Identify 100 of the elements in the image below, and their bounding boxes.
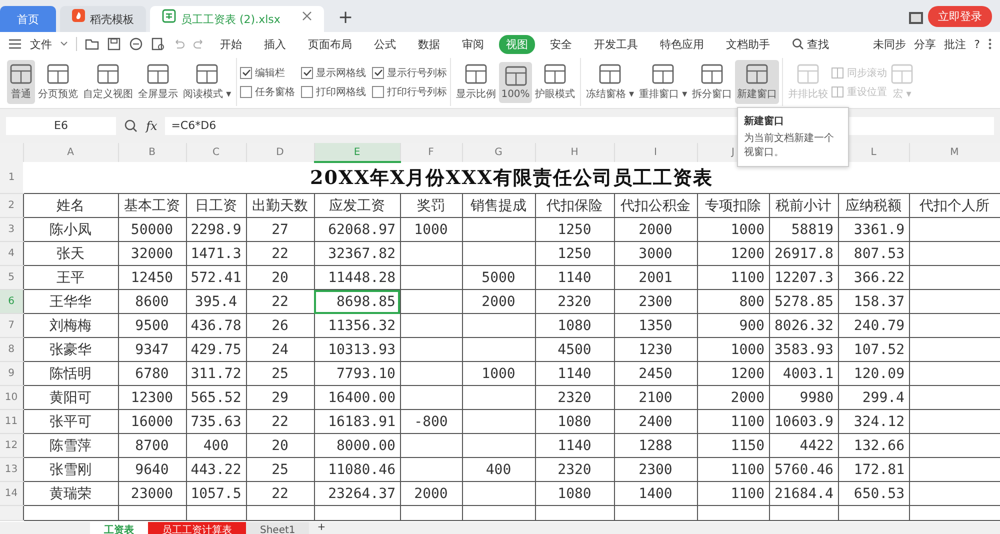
menu-tab[interactable]: 特色应用	[653, 34, 711, 54]
menu-tab[interactable]: 公式	[367, 34, 403, 54]
document-tab[interactable]: 员工工资表 (2).xlsx	[150, 6, 324, 32]
row-header[interactable]: 4	[0, 242, 23, 266]
row-header[interactable]: 2	[0, 194, 23, 218]
menu-tab[interactable]: 审阅	[455, 34, 491, 54]
sheet-tab[interactable]: Sheet1	[246, 522, 310, 534]
window-icon[interactable]	[908, 11, 924, 25]
table-cell: 1100	[697, 410, 769, 434]
table-cell: 311.72	[186, 362, 246, 386]
table-cell	[400, 458, 462, 482]
column-header[interactable]: C	[186, 143, 246, 162]
row-header[interactable]: 7	[0, 314, 23, 338]
table-cell: 5760.46	[769, 458, 838, 482]
menu-tab[interactable]: 数据	[411, 34, 447, 54]
toolbar-button[interactable]: 分享	[914, 36, 936, 52]
table-cell: 10313.93	[314, 338, 400, 362]
login-button[interactable]: 立即登录	[928, 6, 992, 27]
table-cell: 6780	[118, 362, 186, 386]
table-cell: 20	[246, 266, 314, 290]
document-tab[interactable]: 稻壳模板	[60, 6, 146, 32]
column-header[interactable]: I	[614, 143, 697, 162]
header-cell: 应纳税额	[838, 194, 909, 218]
column-header[interactable]: A	[23, 143, 118, 162]
checkbox[interactable]: 编辑栏	[240, 66, 296, 80]
checkbox[interactable]: 显示行号列标	[372, 66, 448, 80]
row-header[interactable]: 1	[0, 162, 23, 194]
table-cell: 366.22	[838, 266, 909, 290]
table-cell: 172.81	[838, 458, 909, 482]
ribbon-button[interactable]: 冻结窗格 ▾	[584, 60, 636, 104]
row-header[interactable]: 9	[0, 362, 23, 386]
table-cell: 26917.8	[769, 242, 838, 266]
checkbox[interactable]: 打印行号列标	[372, 84, 448, 98]
menu-tab[interactable]: 视图	[499, 34, 535, 54]
row-header[interactable]: 8	[0, 338, 23, 362]
menu-tab[interactable]: 文档助手	[719, 34, 777, 54]
ribbon-button[interactable]: 普通	[7, 60, 35, 104]
ribbon-button[interactable]: 自定义视图	[81, 60, 135, 104]
new-tab-button[interactable]: +	[328, 7, 364, 32]
ribbon-button[interactable]: 护眼模式	[532, 60, 577, 104]
table-cell: 2001	[614, 266, 697, 290]
menu-tab[interactable]: 插入	[257, 34, 293, 54]
ribbon-button[interactable]: 显示比例	[454, 60, 498, 104]
row-header[interactable]: 5	[0, 266, 23, 290]
menu-tab[interactable]: 开发工具	[587, 34, 645, 54]
row-header[interactable]: 10	[0, 386, 23, 410]
ribbon-button[interactable]: 阅读模式 ▾	[181, 60, 234, 104]
ribbon-button[interactable]: 分页预览	[36, 60, 80, 104]
toolbar-button[interactable]: 批注	[944, 36, 966, 52]
column-header[interactable]: B	[118, 143, 186, 162]
name-box[interactable]: E6	[6, 117, 116, 135]
table-cell: 21684.4	[769, 482, 838, 506]
file-menu[interactable]: 文件	[30, 36, 52, 52]
folder-icon[interactable]	[85, 37, 99, 51]
menu-icon[interactable]	[8, 38, 22, 50]
column-header[interactable]: M	[909, 143, 1000, 162]
row-header[interactable]: 13	[0, 458, 23, 482]
table-cell: 24	[246, 338, 314, 362]
search-button[interactable]: 查找	[785, 34, 836, 54]
column-header[interactable]: F	[400, 143, 462, 162]
checkbox[interactable]: 打印网格线	[301, 84, 366, 98]
ribbon-button[interactable]: 全屏显示	[136, 60, 180, 104]
table-cell: 299.4	[838, 386, 909, 410]
ribbon-button[interactable]: 新建窗口	[735, 60, 780, 104]
table-cell	[400, 266, 462, 290]
help-button[interactable]: ?	[974, 38, 980, 50]
add-sheet-button[interactable]: +	[309, 522, 334, 534]
zoom-icon[interactable]	[124, 119, 138, 133]
row-header[interactable]: 12	[0, 434, 23, 458]
preview-icon[interactable]	[151, 37, 165, 51]
table-cell: 8600	[118, 290, 186, 314]
column-header[interactable]: H	[535, 143, 614, 162]
row-header[interactable]: 14	[0, 482, 23, 506]
toolbar-button[interactable]: 未同步	[873, 36, 906, 52]
table-cell: 8026.32	[769, 314, 838, 338]
checkbox[interactable]: 任务窗格	[240, 84, 296, 98]
ribbon-button[interactable]: 拆分窗口	[690, 60, 734, 104]
table-cell: 2298.9	[186, 218, 246, 242]
column-header[interactable]: G	[462, 143, 535, 162]
check-icon	[374, 68, 383, 77]
save-icon[interactable]	[107, 37, 121, 51]
window-icon	[46, 63, 70, 85]
checkbox[interactable]: 显示网格线	[301, 66, 366, 80]
row-header[interactable]: 11	[0, 410, 23, 434]
document-tab[interactable]: 首页	[0, 6, 56, 32]
ribbon-button[interactable]: 重排窗口 ▾	[637, 60, 690, 104]
table-cell: 12450	[118, 266, 186, 290]
menu-tab[interactable]: 开始	[213, 34, 249, 54]
close-icon[interactable]	[302, 10, 312, 20]
flame-icon	[72, 9, 85, 22]
function-button[interactable]: fx	[146, 119, 158, 133]
window-icon	[9, 63, 33, 85]
table-cell: 22	[246, 482, 314, 506]
menu-tab[interactable]: 页面布局	[301, 34, 359, 54]
menu-tab[interactable]: 安全	[543, 34, 579, 54]
ribbon-button[interactable]: 100%	[499, 62, 532, 102]
column-header[interactable]: D	[246, 143, 314, 162]
row-header[interactable]: 3	[0, 218, 23, 242]
more-icon[interactable]	[988, 38, 992, 50]
table-cell: 11080.46	[314, 458, 400, 482]
